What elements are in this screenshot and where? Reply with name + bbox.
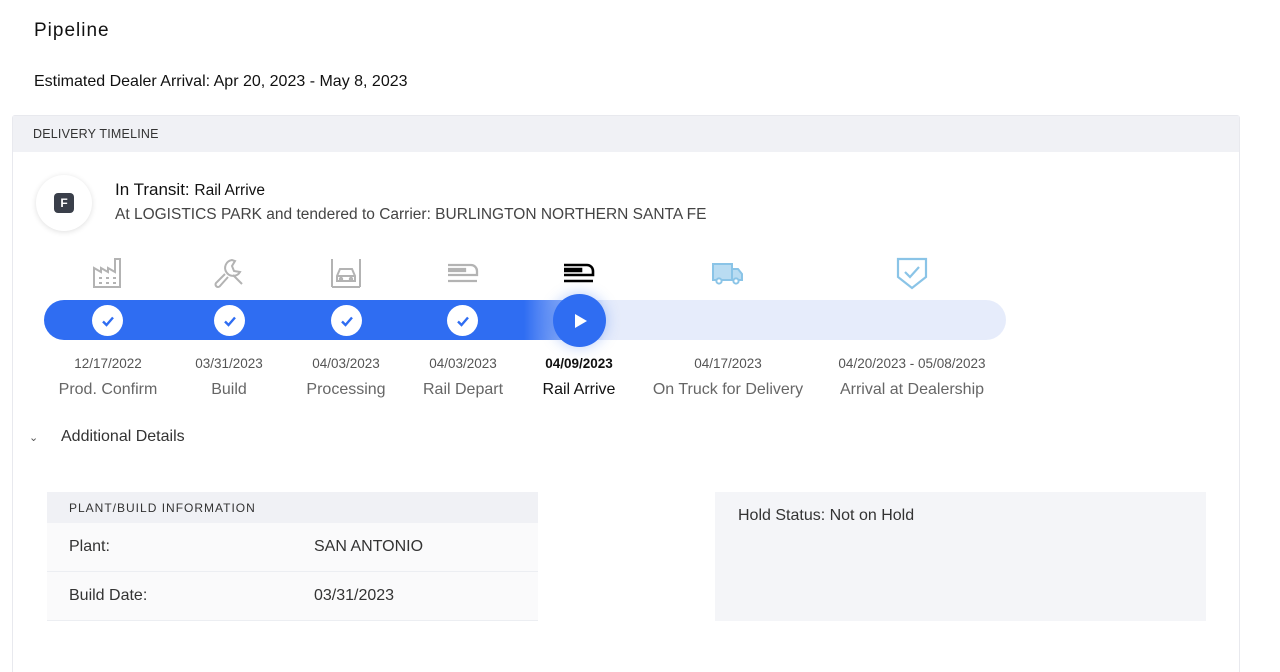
timeline-progress-track xyxy=(44,300,1006,340)
train-depart-icon xyxy=(448,263,479,283)
stage-date: 04/20/2023 - 05/08/2023 xyxy=(838,356,986,371)
plant-value: SAN ANTONIO xyxy=(314,538,424,555)
shield-check-icon xyxy=(896,257,928,290)
page-title: Pipeline xyxy=(34,20,110,41)
stage-current-node xyxy=(553,294,606,347)
delivery-timeline-card: DELIVERY TIMELINE F In Transit: Rail Arr… xyxy=(12,115,1240,672)
stage-complete-node xyxy=(92,305,123,336)
build-date-key: Build Date: xyxy=(69,587,148,604)
plant-build-panel: PLANT/BUILD INFORMATION Plant: SAN ANTON… xyxy=(47,492,538,621)
stage-complete-node xyxy=(214,305,245,336)
hold-status: Hold Status: Not on Hold xyxy=(738,507,915,524)
train-arrive-icon xyxy=(564,263,595,283)
table-row: Build Date: 03/31/2023 xyxy=(47,572,538,621)
stage-label: Arrival at Dealership xyxy=(839,381,985,398)
additional-details-label: Additional Details xyxy=(61,428,185,445)
eta-label: Estimated Dealer Arrival: xyxy=(34,73,211,90)
plant-build-header: PLANT/BUILD INFORMATION xyxy=(47,492,538,523)
delivery-timeline-header: DELIVERY TIMELINE xyxy=(13,116,1239,152)
play-icon xyxy=(574,313,587,328)
estimated-arrival: Estimated Dealer Arrival: Apr 20, 2023 -… xyxy=(34,73,408,91)
stage-complete-node xyxy=(447,305,478,336)
additional-details-toggle[interactable]: ⌄ Additional Details xyxy=(29,428,185,446)
eta-value: Apr 20, 2023 - May 8, 2023 xyxy=(213,73,408,90)
car-bay-icon xyxy=(331,259,361,288)
plant-key: Plant: xyxy=(69,538,110,555)
stage-date: 04/17/2023 xyxy=(694,356,762,371)
check-icon xyxy=(223,316,236,327)
check-icon xyxy=(456,316,469,327)
status-stage: Rail Arrive xyxy=(194,182,266,199)
truck-icon xyxy=(712,263,743,285)
table-row: Plant: SAN ANTONIO xyxy=(47,523,538,572)
chevron-down-icon: ⌄ xyxy=(29,431,39,444)
build-date-value: 03/31/2023 xyxy=(314,587,395,604)
factory-icon xyxy=(93,258,121,288)
stage-complete-node xyxy=(331,305,362,336)
status-title: In Transit: Rail Arrive xyxy=(115,180,265,200)
wrench-icon xyxy=(214,258,243,288)
check-icon xyxy=(101,316,114,327)
badge-letter: F xyxy=(54,193,74,213)
status-detail: At LOGISTICS PARK and tendered to Carrie… xyxy=(115,206,707,223)
check-icon xyxy=(340,316,353,327)
status-badge: F xyxy=(36,175,92,231)
hold-status-panel: Hold Status: Not on Hold xyxy=(715,492,1206,621)
stage-label: On Truck for Delivery xyxy=(652,381,804,398)
status-prefix: In Transit: xyxy=(115,180,190,199)
